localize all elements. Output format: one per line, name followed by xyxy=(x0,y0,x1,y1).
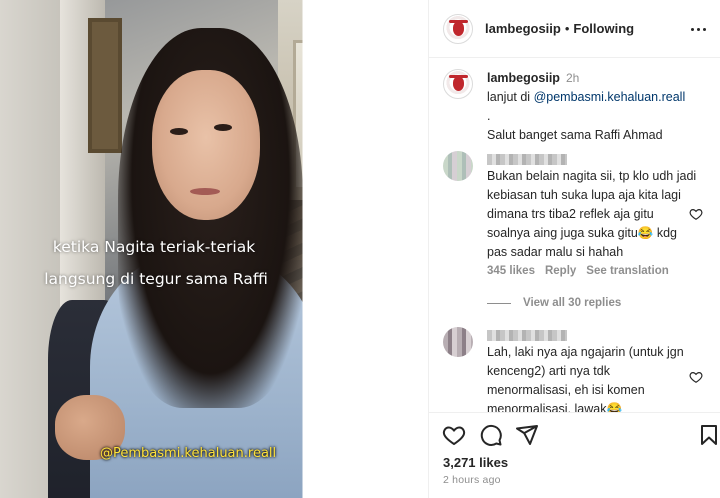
person-eye-right xyxy=(214,124,232,131)
comment-text: Bukan belain nagita sii, tp klo udh jadi… xyxy=(487,169,697,259)
see-translation-button[interactable]: See translation xyxy=(586,265,668,277)
post-timestamp[interactable]: 2 hours ago xyxy=(443,474,501,486)
video-caption-line-1: ketika Nagita teriak-teriak xyxy=(52,238,256,256)
post-actions: 3,271 likes 2 hours ago xyxy=(429,412,720,498)
view-replies-button[interactable]: View all 30 replies xyxy=(487,297,621,309)
caption-author-avatar[interactable] xyxy=(443,69,473,99)
person-eye-left xyxy=(170,128,188,135)
author-username[interactable]: lambegosiip xyxy=(485,21,561,36)
person-face xyxy=(152,70,260,220)
video-caption-line-2: langsung di tegur sama Raffi xyxy=(44,270,268,288)
heart-icon[interactable] xyxy=(442,423,466,447)
background-picture-frame xyxy=(88,18,122,153)
comment-icon[interactable] xyxy=(479,423,503,447)
more-horizontal-icon[interactable] xyxy=(691,28,707,32)
commenter-avatar-blurred[interactable] xyxy=(443,327,473,357)
caption-mention-link[interactable]: @pembasmi.kehaluan.reall xyxy=(534,90,686,104)
like-comment-heart-icon[interactable] xyxy=(689,207,703,221)
comment-likes[interactable]: 345 likes xyxy=(487,265,535,277)
caption-username[interactable]: lambegosiip xyxy=(487,71,560,85)
comment-reply-button[interactable]: Reply xyxy=(545,265,576,277)
header-separator: • xyxy=(564,21,570,36)
caption-text: lambegosiip 2h lanjut di @pembasmi.kehalu… xyxy=(487,69,712,145)
post-likes-count[interactable]: 3,271 likes xyxy=(443,455,508,470)
view-replies-label: View all 30 replies xyxy=(523,297,622,309)
author-avatar[interactable] xyxy=(443,13,473,44)
comment-meta: 345 likes Reply See translation xyxy=(487,265,679,277)
post-media[interactable]: ketika Nagita teriak-teriak langsung di … xyxy=(0,0,428,498)
commenter-username-blurred[interactable] xyxy=(487,330,567,341)
person-mouth xyxy=(190,188,220,195)
avatar-logo-mark xyxy=(453,77,464,91)
following-button[interactable]: Following xyxy=(573,21,634,36)
share-icon[interactable] xyxy=(515,423,539,447)
video-watermark: @Pembasmi.kehaluan.reall xyxy=(100,446,277,461)
comments-list[interactable]: lambegosiip 2h lanjut di @pembasmi.kehalu… xyxy=(429,59,720,412)
commenter-avatar-blurred[interactable] xyxy=(443,151,473,181)
media-right-whitespace xyxy=(300,0,428,498)
commenter-username-blurred[interactable] xyxy=(487,154,567,165)
post-header: lambegosiip • Following xyxy=(429,0,720,58)
like-comment-heart-icon[interactable] xyxy=(689,370,703,384)
post-panel: lambegosiip • Following lambegosiip 2h la… xyxy=(428,0,720,498)
replies-line xyxy=(487,302,511,304)
caption-line-3: Salut banget sama Raffi Ahmad xyxy=(487,128,663,142)
caption-text-prefix: lanjut di xyxy=(487,90,534,104)
bookmark-icon[interactable] xyxy=(699,423,719,447)
comment-text: Lah, laki nya aja ngajarin (untuk jgn ke… xyxy=(487,345,684,412)
caption-dot: . xyxy=(487,109,491,123)
avatar-logo-mark xyxy=(453,21,464,36)
caption-time[interactable]: 2h xyxy=(566,71,579,85)
